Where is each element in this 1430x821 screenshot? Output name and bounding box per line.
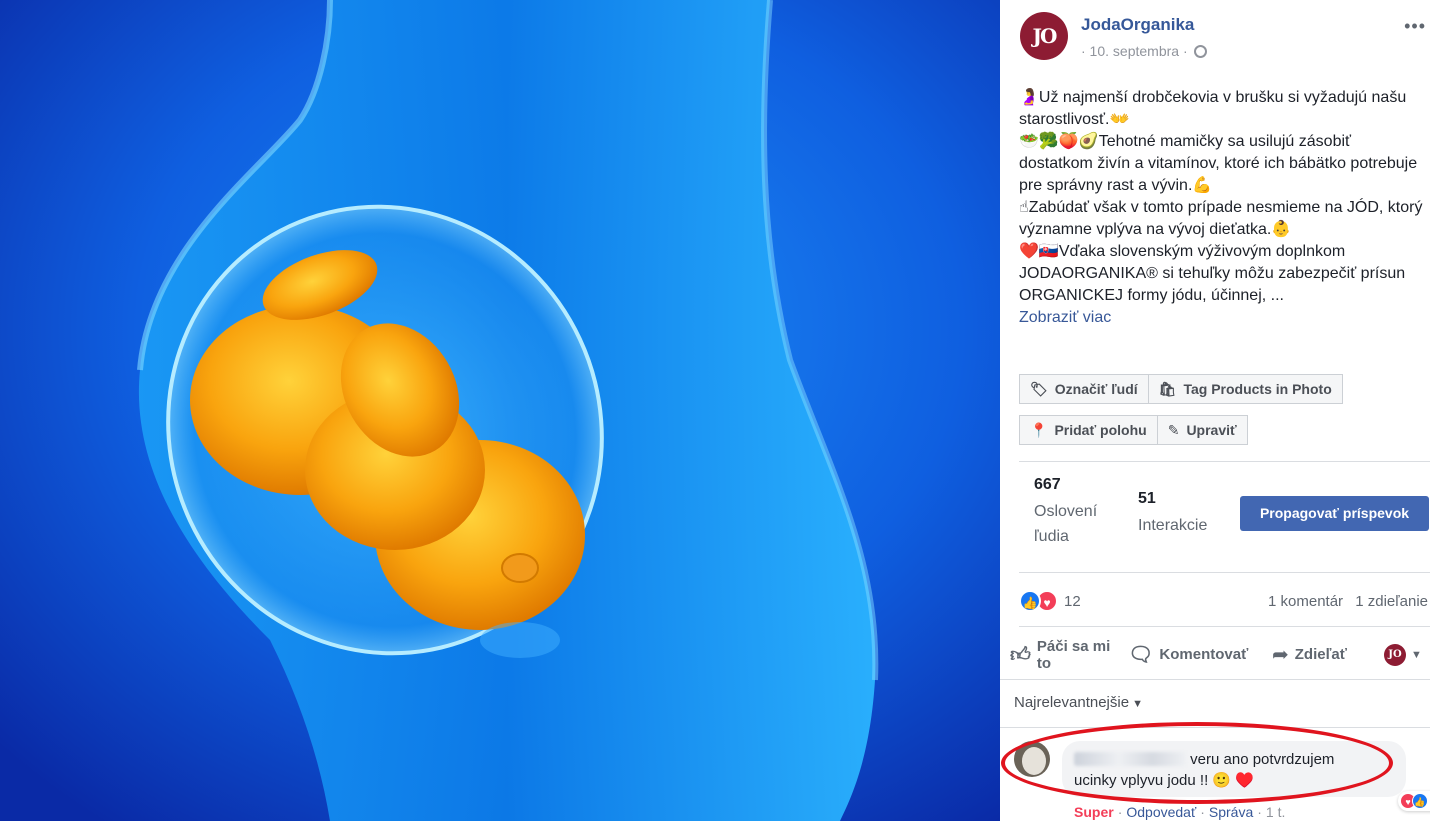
share-arrow-icon: ➦: [1272, 644, 1289, 666]
add-location-button[interactable]: 📍 Pridať polohu: [1019, 415, 1158, 445]
like-reaction-icon: 👍: [1019, 590, 1041, 612]
comment-bubble: veru ano potvrdzujem ucinky vplyvu jodu …: [1062, 741, 1430, 811]
tag-row-2: 📍 Pridať polohu ✎ Upraviť: [1019, 415, 1248, 445]
post-line: ❤️🇸🇰Vďaka slovenským výživovým doplnkom …: [1019, 243, 1406, 304]
divider: [1019, 572, 1430, 573]
post-line: 🤰Už najmenší drobčekovia v brušku si vyž…: [1019, 89, 1407, 128]
reach-stat[interactable]: 667 Oslovení ľudia: [1034, 476, 1124, 549]
comment-label: Komentovať: [1159, 646, 1249, 663]
commenter-name-redacted[interactable]: [1074, 752, 1186, 766]
edit-button[interactable]: ✎ Upraviť: [1156, 415, 1248, 445]
post-actions: 👍︎ Páči sa mi to 🗨︎ Komentovať ➦ Zdieľať…: [1010, 636, 1430, 676]
pregnancy-illustration: [0, 0, 1000, 821]
reaction-count: 12: [1064, 592, 1081, 610]
comment-sort-label: Najrelevantnejšie: [1014, 694, 1130, 711]
post-date[interactable]: · 10. septembra ·: [1081, 43, 1207, 59]
tag-row-1: 🏷 Označiť ľudí 🛍 Tag Products in Photo: [1019, 374, 1343, 404]
page-avatar[interactable]: JO: [1020, 12, 1068, 60]
comment-sort-dropdown[interactable]: Najrelevantnejšie ▼: [1014, 694, 1143, 711]
engagement-value: 51: [1138, 490, 1156, 507]
reach-label: Oslovení: [1034, 503, 1098, 520]
post-message: 🤰Už najmenší drobčekovia v brušku si vyž…: [1019, 87, 1424, 329]
tag-products-button[interactable]: 🛍 Tag Products in Photo: [1147, 374, 1343, 404]
like-reaction-icon: 👍: [1412, 793, 1428, 809]
shopping-bag-icon: 🛍: [1158, 380, 1177, 397]
reach-label-2: ľudia: [1034, 528, 1069, 545]
super-reaction-link[interactable]: Super: [1074, 804, 1114, 820]
reactions-summary[interactable]: 👍 ♥ 12: [1019, 590, 1081, 612]
divider: [1019, 626, 1430, 627]
engagement-counts: 1 komentár 1 zdieľanie: [1260, 593, 1428, 610]
post-date-text[interactable]: · 10. septembra ·: [1081, 43, 1188, 59]
comment-time[interactable]: 1 t.: [1266, 804, 1285, 820]
divider: [1000, 679, 1430, 680]
see-more-link[interactable]: Zobraziť viac: [1019, 309, 1111, 326]
post-line: ☝Zabúdať však v tomto prípade nesmieme n…: [1019, 199, 1423, 238]
post-header: JO JodaOrganika · 10. septembra · •••: [1020, 12, 1430, 60]
tag-icon: 🏷: [1030, 380, 1048, 397]
message-link[interactable]: Správa: [1209, 804, 1253, 820]
tag-people-button[interactable]: 🏷 Označiť ľudí: [1019, 374, 1149, 404]
divider: [1000, 727, 1430, 728]
reach-value: 667: [1034, 476, 1061, 493]
comment-actions: Super · Odpovedať · Správa · 1 t.: [1074, 804, 1286, 820]
share-button[interactable]: ➦ Zdieľať: [1272, 642, 1347, 667]
add-location-label: Pridať polohu: [1054, 422, 1147, 438]
page-mini-avatar: JO: [1384, 644, 1406, 666]
post-panel: JO JodaOrganika · 10. septembra · ••• 🤰U…: [1000, 0, 1430, 821]
pencil-icon: ✎: [1167, 421, 1180, 438]
share-count-link[interactable]: 1 zdieľanie: [1355, 593, 1428, 610]
tag-products-label: Tag Products in Photo: [1183, 381, 1332, 397]
chevron-down-icon: ▼: [1411, 649, 1422, 661]
comment-text-line1: veru ano potvrdzujem: [1190, 751, 1335, 768]
share-label: Zdieľať: [1294, 646, 1347, 663]
post-photo[interactable]: [0, 0, 1000, 821]
tag-people-label: Označiť ľudí: [1054, 381, 1138, 397]
comment-button[interactable]: 🗨︎ Komentovať: [1128, 642, 1248, 667]
divider: [1019, 461, 1430, 462]
thumbs-up-icon: 👍︎: [1010, 644, 1031, 666]
commenter-avatar[interactable]: [1014, 741, 1050, 777]
speech-bubble-icon: 🗨︎: [1128, 644, 1154, 666]
edit-label: Upraviť: [1186, 422, 1237, 438]
comment-reactions[interactable]: ♥ 👍 3: [1398, 791, 1430, 811]
engagement-label: Interakcie: [1138, 517, 1208, 534]
comment-text-line2: ucinky vplyvu jodu !! 🙂 ♥️: [1074, 772, 1254, 789]
post-as-selector[interactable]: JO ▼: [1384, 644, 1422, 666]
caret-down-icon: ▼: [1132, 698, 1143, 710]
location-pin-icon: 📍: [1030, 421, 1048, 438]
engagement-stat[interactable]: 51 Interakcie: [1138, 490, 1248, 538]
globe-icon: [1193, 45, 1207, 58]
promote-post-button[interactable]: Propagovať príspevok: [1240, 496, 1429, 531]
reply-link[interactable]: Odpovedať: [1126, 804, 1196, 820]
page-name-link[interactable]: JodaOrganika: [1081, 15, 1194, 35]
more-options-icon[interactable]: •••: [1404, 16, 1426, 37]
comment-count-link[interactable]: 1 komentár: [1268, 593, 1343, 610]
post-line: 🥗🥦🍑🥑Tehotné mamičky sa usilujú zásobiť d…: [1019, 133, 1418, 194]
like-label: Páči sa mi to: [1036, 638, 1111, 672]
like-button[interactable]: 👍︎ Páči sa mi to: [1010, 638, 1121, 672]
